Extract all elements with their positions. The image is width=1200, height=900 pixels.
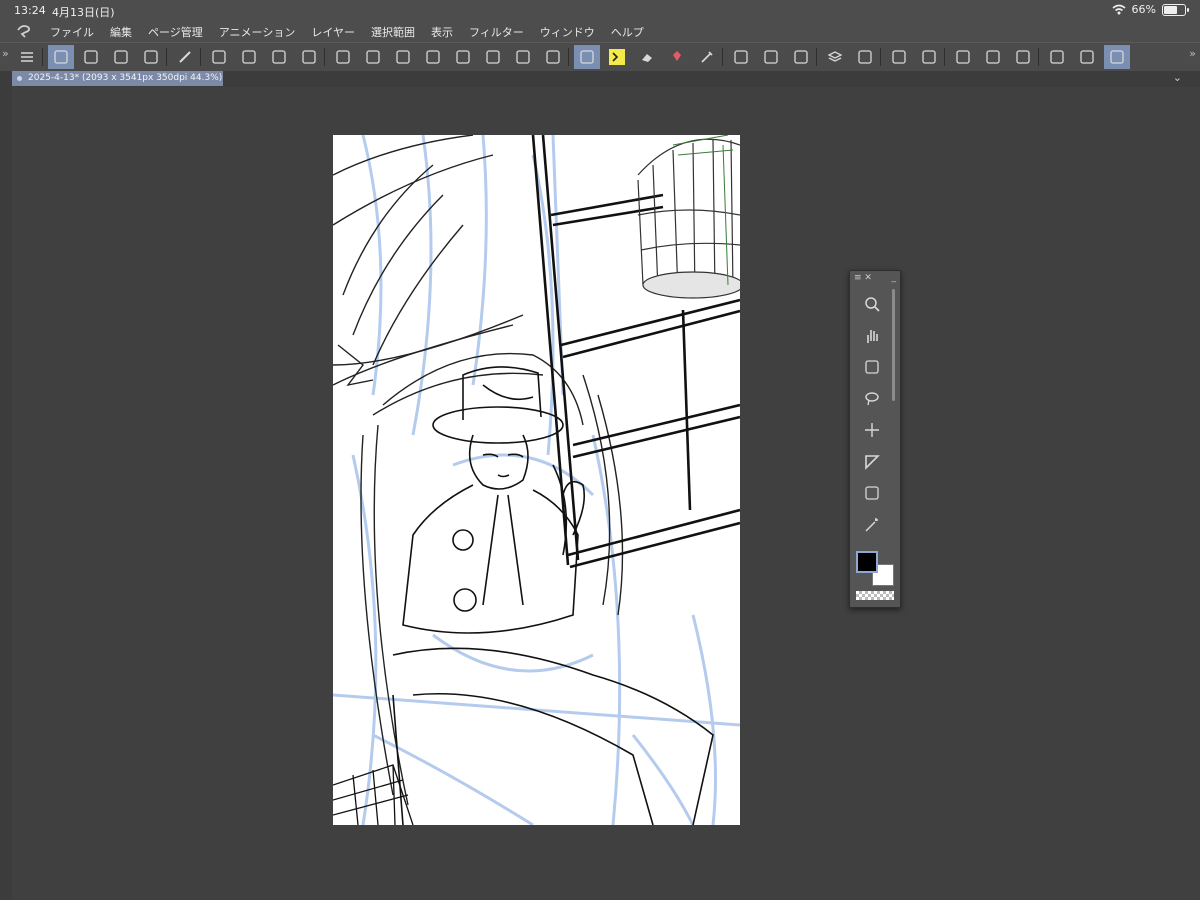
toolbar-separator bbox=[568, 48, 569, 66]
palette-scrollbar[interactable] bbox=[892, 289, 895, 401]
status-time: 13:24 bbox=[14, 4, 46, 17]
transform-updown-icon[interactable] bbox=[360, 45, 386, 69]
filmstrip-icon[interactable] bbox=[1044, 45, 1070, 69]
zoom-icon[interactable] bbox=[859, 291, 885, 317]
stroke-icon[interactable] bbox=[950, 45, 976, 69]
collapse-right-icon[interactable]: » bbox=[1189, 47, 1196, 60]
tone-icon[interactable] bbox=[980, 45, 1006, 69]
transparent-color-swatch[interactable] bbox=[856, 591, 894, 600]
main-color-swatch[interactable] bbox=[856, 551, 878, 573]
toolbar-separator bbox=[42, 48, 43, 66]
birdcage bbox=[637, 138, 740, 299]
menu-item-1[interactable]: 編集 bbox=[110, 24, 132, 40]
flip-icon[interactable] bbox=[390, 45, 416, 69]
clip-studio-logo-icon[interactable] bbox=[14, 22, 34, 40]
menu-item-0[interactable]: ファイル bbox=[50, 24, 94, 40]
blend-icon[interactable] bbox=[510, 45, 536, 69]
toolbar-separator bbox=[166, 48, 167, 66]
lasso-icon[interactable] bbox=[420, 45, 446, 69]
toolbar-separator bbox=[880, 48, 881, 66]
sketch-artwork bbox=[333, 135, 740, 825]
menu-item-2[interactable]: ページ管理 bbox=[148, 24, 203, 40]
menu-item-4[interactable]: レイヤー bbox=[311, 24, 355, 40]
check-icon[interactable] bbox=[728, 45, 754, 69]
drawing-canvas[interactable] bbox=[333, 135, 740, 825]
menu-item-9[interactable]: ヘルプ bbox=[611, 24, 644, 40]
toolbar-separator bbox=[816, 48, 817, 66]
document-tab-title: 2025-4-13* (2093 x 3541px 350dpi 44.3%) bbox=[28, 73, 223, 83]
draw-icon[interactable] bbox=[758, 45, 784, 69]
palette-header[interactable]: ≡ ✕ _ bbox=[850, 271, 900, 285]
toolbar-separator bbox=[722, 48, 723, 66]
status-right: 66% bbox=[1112, 3, 1189, 16]
battery-percent: 66% bbox=[1131, 3, 1156, 16]
document-tabs: 2025-4-13* (2093 x 3541px 350dpi 44.3%) … bbox=[0, 71, 1200, 87]
eyedropper-icon[interactable] bbox=[694, 45, 720, 69]
undo-redo-icon[interactable] bbox=[78, 45, 104, 69]
status-date: 4月13日(日) bbox=[52, 6, 115, 19]
flip-updown-icon[interactable] bbox=[266, 45, 292, 69]
record-icon[interactable] bbox=[852, 45, 878, 69]
shape-icon[interactable] bbox=[296, 45, 322, 69]
document-tab[interactable]: 2025-4-13* (2093 x 3541px 350dpi 44.3%) bbox=[12, 71, 223, 86]
menu-item-7[interactable]: フィルター bbox=[469, 24, 524, 40]
toolbar-separator bbox=[200, 48, 201, 66]
chevron-down-icon[interactable]: ⌄ bbox=[1173, 71, 1182, 84]
move-icon[interactable] bbox=[859, 417, 885, 443]
brush-icon[interactable] bbox=[172, 45, 198, 69]
magic-wand-icon[interactable] bbox=[859, 512, 885, 538]
ruler-icon[interactable] bbox=[138, 45, 164, 69]
toolbar-separator bbox=[1038, 48, 1039, 66]
tool-palette: ≡ ✕ _ bbox=[849, 270, 901, 608]
image-icon[interactable] bbox=[1074, 45, 1100, 69]
text-icon[interactable] bbox=[1010, 45, 1036, 69]
pressure-icon[interactable] bbox=[108, 45, 134, 69]
battery-icon bbox=[1162, 3, 1189, 16]
sparkle-icon[interactable] bbox=[480, 45, 506, 69]
perspective-icon[interactable] bbox=[236, 45, 262, 69]
blend2-icon[interactable] bbox=[540, 45, 566, 69]
menu-bar: ファイル 編集 ページ管理 アニメーション レイヤー 選択範囲 表示 フィルター ウィンドウ ヘル… bbox=[0, 20, 1200, 42]
blue-underdrawing bbox=[333, 135, 740, 825]
lasso-select-icon[interactable] bbox=[859, 386, 885, 412]
tab-close-icon[interactable] bbox=[17, 76, 22, 81]
hand-icon[interactable] bbox=[859, 323, 885, 349]
fill-bucket-icon[interactable] bbox=[664, 45, 690, 69]
menu-item-8[interactable]: ウィンドウ bbox=[540, 24, 595, 40]
menu-icon[interactable] bbox=[14, 45, 40, 69]
object-select-icon[interactable] bbox=[859, 354, 885, 380]
menu-item-6[interactable]: 表示 bbox=[431, 24, 453, 40]
edit-icon[interactable] bbox=[916, 45, 942, 69]
toolbar-separator bbox=[324, 48, 325, 66]
crop-icon[interactable] bbox=[330, 45, 356, 69]
palette-menu-icon[interactable]: ≡ ✕ bbox=[854, 271, 872, 285]
layers-icon[interactable] bbox=[822, 45, 848, 69]
pen-yellow-icon[interactable] bbox=[604, 45, 630, 69]
menu-items: ファイル 編集 ページ管理 アニメーション レイヤー 選択範囲 表示 フィルター ウィンドウ ヘル… bbox=[50, 24, 660, 40]
pen-settings-icon[interactable] bbox=[48, 45, 74, 69]
adjust-icon[interactable] bbox=[788, 45, 814, 69]
operation-icon[interactable] bbox=[859, 480, 885, 506]
grid-icon[interactable] bbox=[886, 45, 912, 69]
eraser-icon[interactable] bbox=[634, 45, 660, 69]
ruler-tool-icon[interactable] bbox=[859, 449, 885, 475]
collapse-left-icon[interactable]: » bbox=[2, 47, 9, 60]
status-bar: 13:24 4月13日(日) 66% bbox=[0, 0, 1200, 20]
rotate-icon[interactable] bbox=[450, 45, 476, 69]
menu-item-5[interactable]: 選択範囲 bbox=[371, 24, 415, 40]
toolbar-separator bbox=[944, 48, 945, 66]
palette-minimize-icon[interactable]: _ bbox=[892, 271, 897, 285]
menu-item-3[interactable]: アニメーション bbox=[219, 24, 296, 40]
page-icon[interactable] bbox=[1104, 45, 1130, 69]
command-bar: » » bbox=[0, 42, 1200, 72]
pen-active-icon[interactable] bbox=[574, 45, 600, 69]
layer-move-icon[interactable] bbox=[206, 45, 232, 69]
wifi-icon bbox=[1112, 4, 1126, 15]
